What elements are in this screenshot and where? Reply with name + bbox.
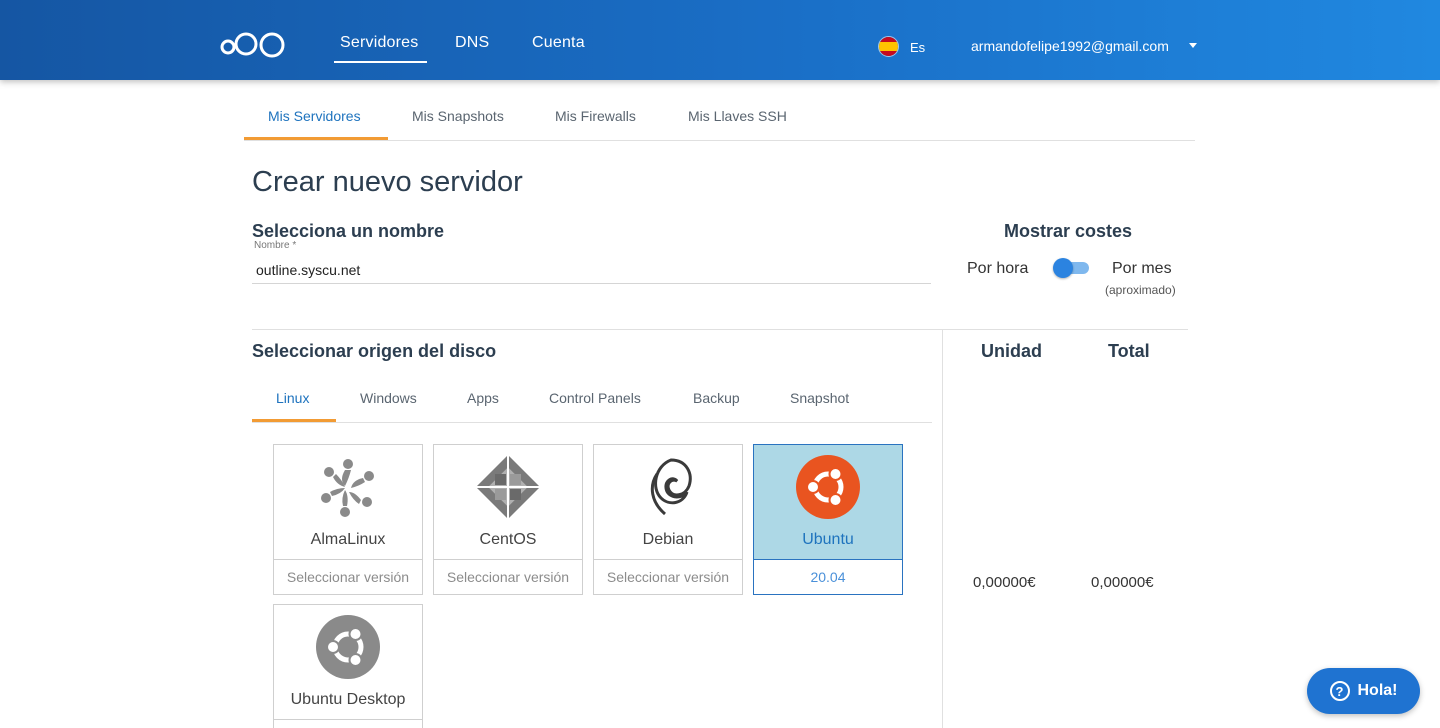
tab-linux[interactable]: Linux	[276, 390, 309, 406]
tab-snapshot[interactable]: Snapshot	[790, 390, 849, 406]
per-month-sublabel: (aproximado)	[1105, 283, 1176, 297]
tab-apps[interactable]: Apps	[467, 390, 499, 406]
version-select[interactable]: Seleccionar versión	[434, 559, 582, 594]
tab-windows[interactable]: Windows	[360, 390, 417, 406]
section-divider	[252, 329, 1188, 330]
version-select[interactable]	[274, 719, 422, 728]
help-chat-button[interactable]: ? Hola!	[1307, 668, 1420, 714]
costs-title: Mostrar costes	[1004, 221, 1133, 241]
ubuntu-icon	[796, 455, 860, 519]
centos-icon	[476, 455, 540, 519]
nav-cuenta[interactable]: Cuenta	[532, 34, 585, 52]
top-navbar: Servidores DNS Cuenta Es armandofelipe19…	[0, 0, 1440, 80]
version-select[interactable]: Seleccionar versión	[594, 559, 742, 594]
version-select[interactable]: Seleccionar versión	[274, 559, 422, 594]
tab-mis-llaves-ssh[interactable]: Mis Llaves SSH	[688, 108, 787, 124]
subtabs-divider	[244, 140, 1195, 141]
nav-servidores[interactable]: Servidores	[340, 34, 418, 52]
tab-mis-firewalls[interactable]: Mis Firewalls	[555, 108, 636, 124]
debian-icon	[650, 458, 692, 516]
help-label: Hola!	[1357, 682, 1398, 699]
tab-control-panels[interactable]: Control Panels	[549, 390, 641, 406]
page-title: Crear nuevo servidor	[252, 166, 523, 198]
os-card-debian[interactable]: Debian Seleccionar versión	[593, 444, 743, 595]
unit-header: Unidad	[981, 341, 1042, 361]
user-menu[interactable]: armandofelipe1992@gmail.com	[971, 38, 1169, 54]
per-hour-label: Por hora	[967, 260, 1029, 277]
os-name: Ubuntu	[802, 531, 854, 548]
os-name: Debian	[642, 531, 694, 548]
total-header: Total	[1108, 341, 1150, 361]
os-name: AlmaLinux	[310, 531, 386, 548]
name-field-label: Nombre *	[254, 240, 297, 251]
cost-period-toggle[interactable]	[1053, 258, 1090, 278]
os-name: Ubuntu Desktop	[290, 691, 406, 708]
tab-mis-servidores[interactable]: Mis Servidores	[268, 108, 361, 124]
nav-dns[interactable]: DNS	[455, 34, 489, 52]
disk-section-title: Seleccionar origen del disco	[252, 341, 497, 361]
tab-mis-snapshots[interactable]: Mis Snapshots	[412, 108, 504, 124]
os-tabs-divider	[252, 422, 932, 423]
subtab-active-indicator	[244, 137, 388, 140]
total-price: 0,00000€	[1091, 574, 1154, 591]
language-selector[interactable]: Es	[910, 40, 925, 55]
spain-flag-icon[interactable]	[878, 36, 899, 57]
name-section-title: Selecciona un nombre	[252, 221, 445, 241]
os-card-almalinux[interactable]: AlmaLinux Seleccionar versión	[273, 444, 423, 595]
os-card-ubuntu[interactable]: Ubuntu 20.04	[753, 444, 903, 595]
server-name-input[interactable]	[252, 256, 931, 284]
os-card-ubuntu-desktop[interactable]: Ubuntu Desktop	[273, 604, 423, 728]
almalinux-icon	[321, 459, 374, 517]
price-column-divider	[942, 330, 943, 728]
os-card-centos[interactable]: CentOS Seleccionar versión	[433, 444, 583, 595]
chevron-down-icon[interactable]	[1189, 43, 1197, 48]
ubuntu-desktop-icon	[316, 615, 380, 679]
os-tab-active-indicator	[252, 419, 336, 422]
unit-price: 0,00000€	[973, 574, 1036, 591]
os-name: CentOS	[479, 531, 537, 548]
per-month-label: Por mes	[1112, 260, 1172, 277]
version-select[interactable]: 20.04	[754, 559, 902, 594]
tab-backup[interactable]: Backup	[693, 390, 740, 406]
question-icon: ?	[1329, 681, 1350, 701]
nav-active-indicator	[334, 61, 427, 63]
logo-icon[interactable]	[220, 29, 286, 59]
